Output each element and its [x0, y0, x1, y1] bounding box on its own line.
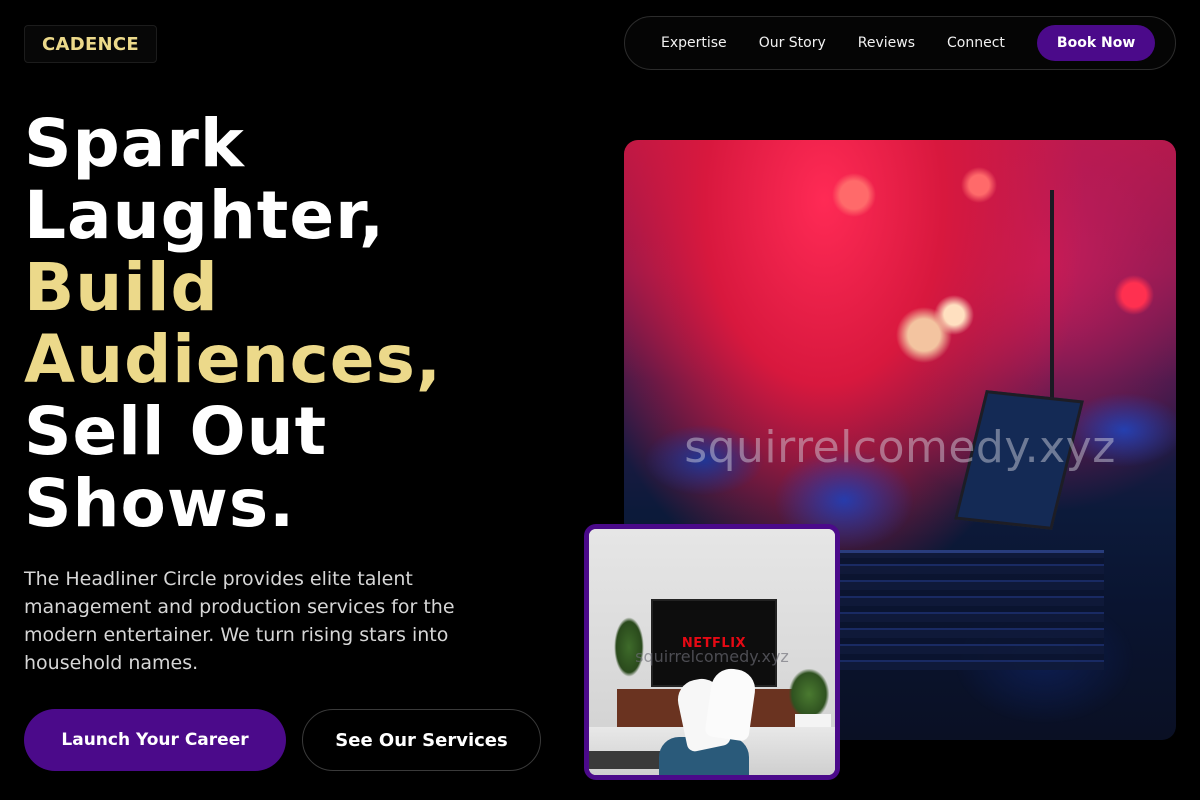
nav-link-expertise[interactable]: Expertise — [661, 35, 727, 51]
mixing-console — [834, 550, 1104, 670]
hero-title-line: Laughter, — [24, 177, 386, 254]
hero-title-highlight: Audiences, — [24, 321, 442, 398]
tv-photo: NETFLIX squirrelcomedy.xyz — [584, 524, 840, 780]
plant-right — [789, 669, 829, 719]
hero-description: The Headliner Circle provides elite tale… — [24, 568, 455, 674]
nav-link-our-story[interactable]: Our Story — [759, 35, 826, 51]
table-book — [589, 751, 665, 769]
main-nav: Expertise Our Story Reviews Connect Book… — [624, 16, 1176, 70]
hero-title-line: Shows. — [24, 465, 296, 542]
nav-link-connect[interactable]: Connect — [947, 35, 1005, 51]
hero-title: Spark Laughter, Build Audiences, Sell Ou… — [24, 108, 584, 540]
hero-title-line: Sell Out — [24, 393, 328, 470]
nav-link-reviews[interactable]: Reviews — [858, 35, 915, 51]
see-services-button[interactable]: See Our Services — [302, 709, 541, 771]
brand-logo[interactable]: CADENCE — [24, 25, 157, 63]
stage-watermark: squirrelcomedy.xyz — [684, 422, 1116, 473]
tv-screen: NETFLIX — [651, 599, 777, 687]
hero-title-line: Spark — [24, 105, 245, 182]
tv-watermark: squirrelcomedy.xyz — [635, 647, 789, 666]
book-now-button[interactable]: Book Now — [1036, 25, 1156, 61]
launch-career-button[interactable]: Launch Your Career — [24, 709, 286, 771]
hero-title-highlight: Build — [24, 249, 219, 326]
